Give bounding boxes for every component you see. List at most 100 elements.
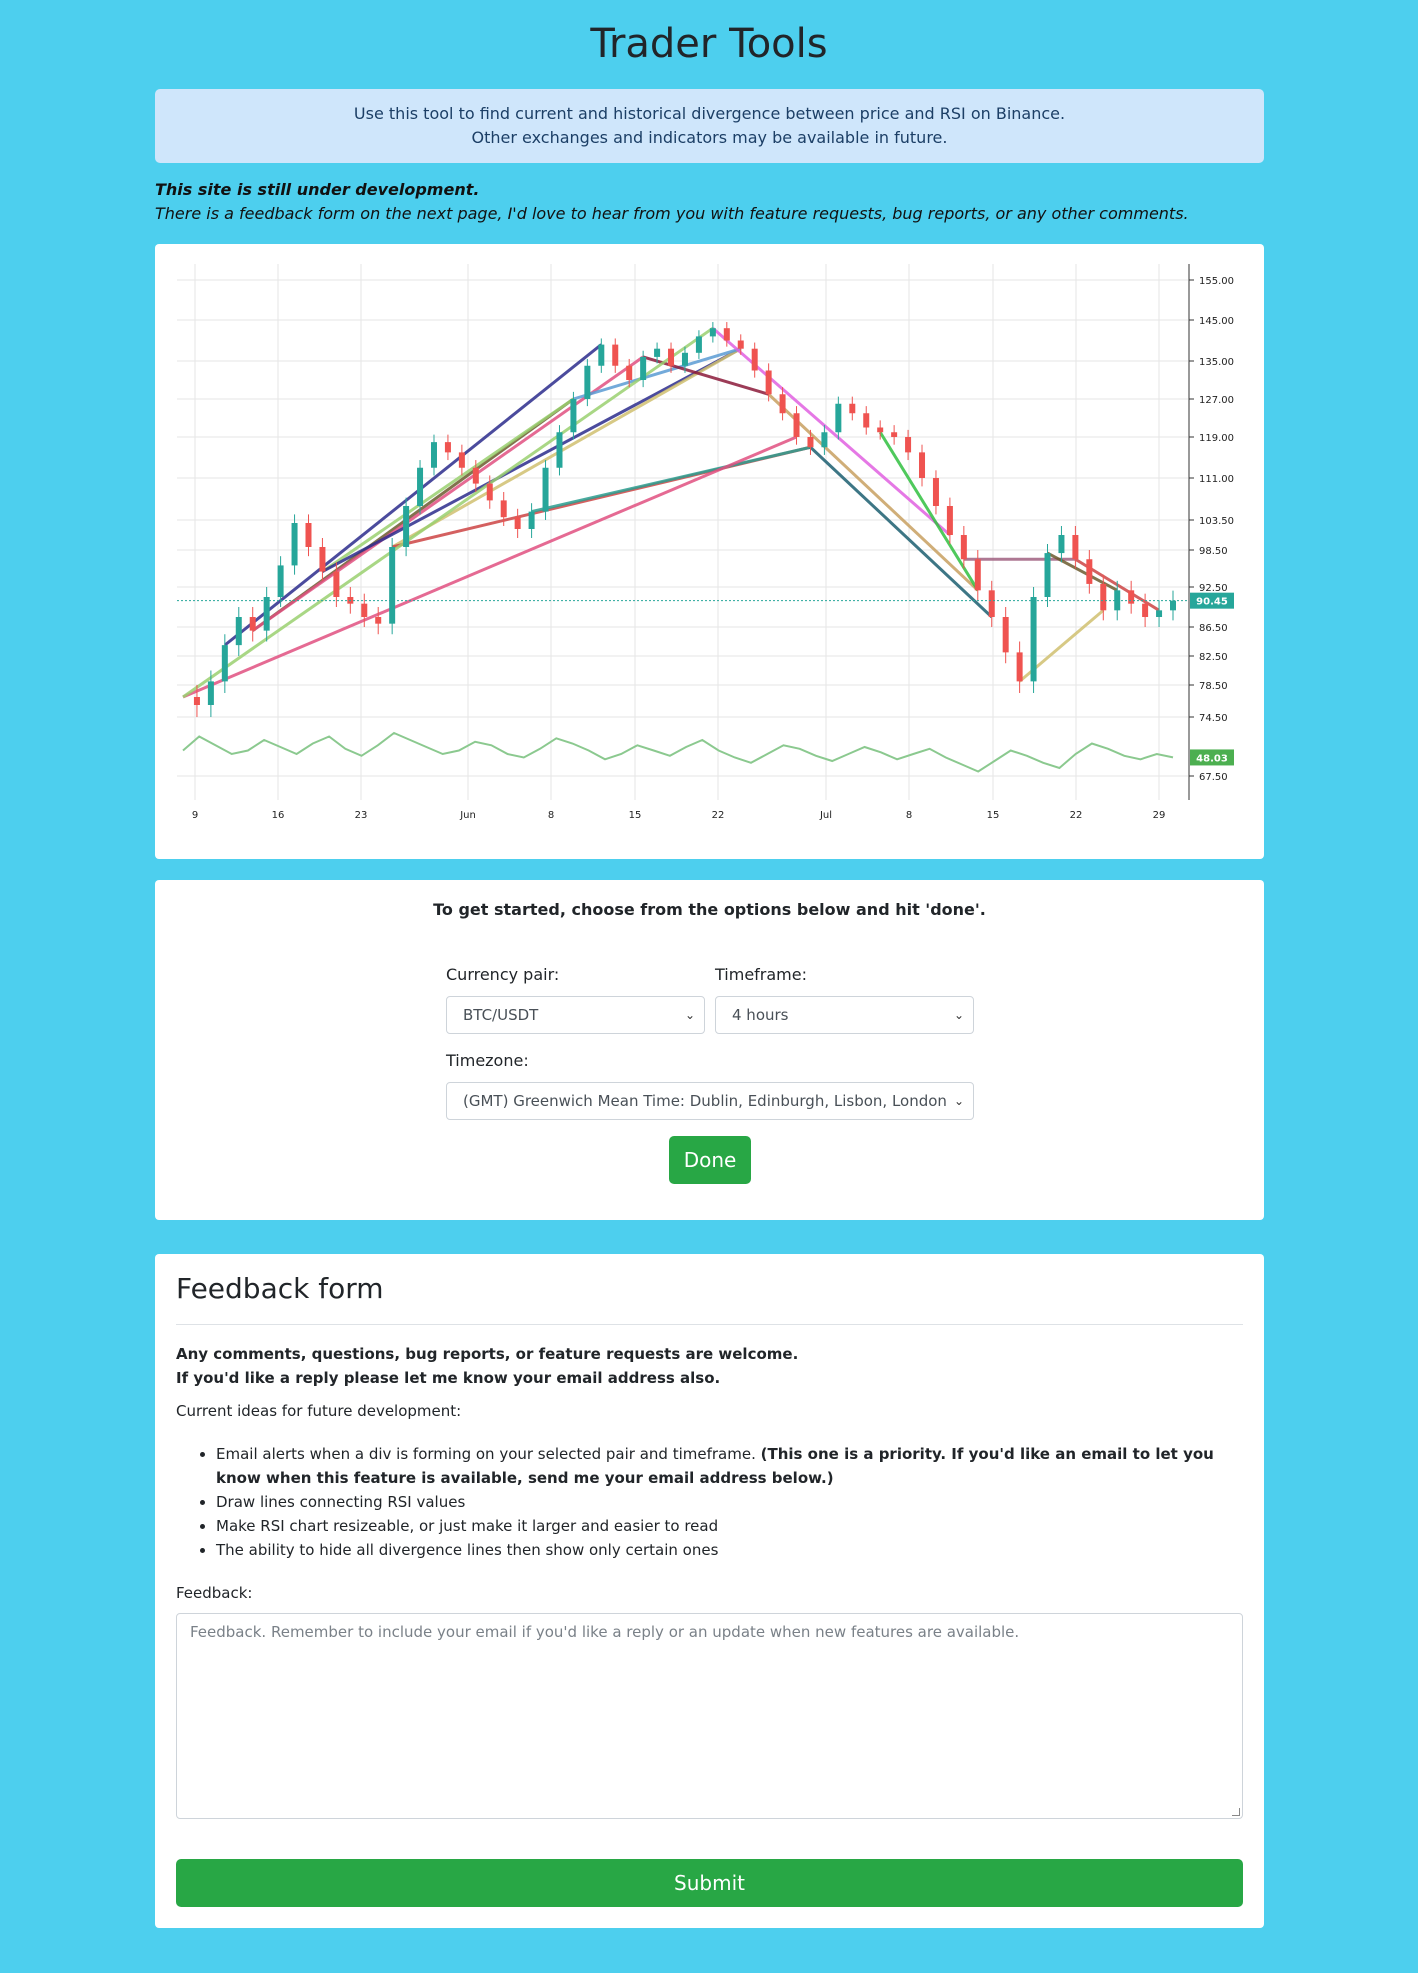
chart-card: 155.00 145.00 135.00 127.00 119.00 111.00 103.… <box>155 244 1264 859</box>
price-tick-label: 82.50 <box>1199 652 1228 663</box>
candle-body <box>695 336 702 353</box>
feedback-title: Feedback form <box>176 1272 384 1305</box>
options-card: To get started, choose from the options … <box>155 880 1264 1220</box>
price-tick-label: 111.00 <box>1199 474 1234 485</box>
list-item: Make RSI chart resizeable, or just make … <box>216 1514 1235 1538</box>
list-item: Draw lines connecting RSI values <box>216 1490 1235 1514</box>
submit-button[interactable]: Submit <box>176 1859 1243 1907</box>
candle-body <box>221 645 228 682</box>
candle-body <box>709 328 716 337</box>
chevron-down-icon: ⌄ <box>953 1094 964 1108</box>
candle-body <box>486 483 493 501</box>
candle-body <box>417 467 424 506</box>
rsi-line <box>182 731 1174 773</box>
candle-body <box>654 348 661 357</box>
candle-body <box>835 403 842 433</box>
candle-body <box>905 437 912 453</box>
currency-pair-value: BTC/USDT <box>463 1006 539 1024</box>
price-tick-label: 145.00 <box>1199 316 1234 327</box>
candle-body <box>1142 603 1149 617</box>
list-item: The ability to hide all divergence lines… <box>216 1538 1235 1562</box>
divergence-line <box>321 397 575 573</box>
candle-body <box>668 348 675 366</box>
candle-body <box>235 617 242 646</box>
feedback-textarea[interactable]: Feedback. Remember to include your email… <box>176 1613 1243 1819</box>
feedback-intro: Any comments, questions, bug reports, or… <box>176 1342 798 1390</box>
candle-body <box>570 399 577 433</box>
alert-line-1: Use this tool to find current and histor… <box>353 104 1066 123</box>
time-tick-label: Jun <box>459 810 476 821</box>
dev-note-line-1: This site is still under development. <box>155 180 480 199</box>
candle-body <box>863 413 870 428</box>
timeframe-select[interactable]: 4 hours ⌄ <box>715 996 974 1034</box>
info-alert: Use this tool to find current and histor… <box>155 89 1264 163</box>
candle-body <box>737 340 744 349</box>
candle-body <box>1002 617 1009 653</box>
divider <box>176 1324 1243 1325</box>
timeframe-value: 4 hours <box>732 1006 789 1024</box>
feedback-placeholder: Feedback. Remember to include your email… <box>190 1623 1020 1641</box>
price-tick-label: 67.50 <box>1199 772 1228 783</box>
page-title: Trader Tools <box>590 21 828 67</box>
candle-body <box>1100 583 1107 611</box>
candle-body <box>444 442 451 453</box>
candle-body <box>291 523 298 566</box>
feedback-intro-line-1: Any comments, questions, bug reports, or… <box>176 1345 799 1363</box>
candle-body <box>988 590 995 617</box>
candle-body <box>263 597 270 631</box>
done-button[interactable]: Done <box>669 1136 751 1184</box>
candle-body <box>193 697 200 705</box>
candle-body <box>974 559 981 591</box>
time-tick-label: 8 <box>548 810 554 821</box>
time-tick-label: 9 <box>192 810 198 821</box>
candle-body <box>598 344 605 366</box>
candle-body <box>681 352 688 366</box>
divergence-line <box>1046 551 1118 592</box>
timezone-label: Timezone: <box>446 1051 529 1070</box>
options-title: To get started, choose from the options … <box>433 900 986 919</box>
candle-body <box>1072 535 1079 560</box>
time-tick-label: Jul <box>819 810 832 821</box>
price-rsi-chart[interactable]: 155.00 145.00 135.00 127.00 119.00 111.00 103.… <box>155 244 1264 859</box>
feedback-intro-line-2: If you'd like a reply please let me know… <box>176 1369 721 1387</box>
dev-note-line-2: There is a feedback form on the next pag… <box>155 204 1189 223</box>
price-tick-label: 135.00 <box>1199 357 1234 368</box>
candle-body <box>1156 610 1163 617</box>
price-tick-label: 78.50 <box>1199 681 1228 692</box>
candle-body <box>891 432 898 437</box>
time-tick-label: 22 <box>1070 810 1083 821</box>
ideas-list: Email alerts when a div is forming on yo… <box>195 1442 1235 1562</box>
dev-note: This site is still under development. Th… <box>155 178 1264 226</box>
last-rsi-label: 48.03 <box>1196 753 1228 764</box>
candle-body <box>556 432 563 468</box>
divergence-line <box>767 393 979 592</box>
timezone-select[interactable]: (GMT) Greenwich Mean Time: Dublin, Edinb… <box>446 1082 974 1120</box>
candle-body <box>528 511 535 529</box>
candle-body <box>779 394 786 414</box>
alert-line-2: Other exchanges and indicators may be av… <box>471 128 948 147</box>
candle-body <box>723 328 730 341</box>
price-tick-label: 103.50 <box>1199 516 1234 527</box>
candle-body <box>319 547 326 572</box>
divergence-line <box>531 445 811 514</box>
candle-body <box>472 467 479 484</box>
currency-pair-select[interactable]: BTC/USDT ⌄ <box>446 996 705 1034</box>
price-tick-label: 127.00 <box>1199 395 1234 406</box>
price-tick-label: 92.50 <box>1199 583 1228 594</box>
time-tick-label: 8 <box>906 810 912 821</box>
candle-body <box>821 432 828 448</box>
candle-body <box>849 403 856 414</box>
candle-body <box>765 370 772 395</box>
candle-body <box>277 565 284 597</box>
currency-pair-label: Currency pair: <box>446 965 560 984</box>
candle-body <box>207 681 214 705</box>
candle-body <box>807 437 814 448</box>
candle-body <box>960 535 967 560</box>
candle-body <box>584 365 591 399</box>
timezone-value: (GMT) Greenwich Mean Time: Dublin, Edinb… <box>463 1092 947 1110</box>
candle-body <box>1128 590 1135 604</box>
candle-body <box>1086 559 1093 584</box>
candle-body <box>1016 652 1023 682</box>
resize-handle-icon[interactable] <box>1232 1808 1240 1816</box>
candle-body <box>932 478 939 506</box>
